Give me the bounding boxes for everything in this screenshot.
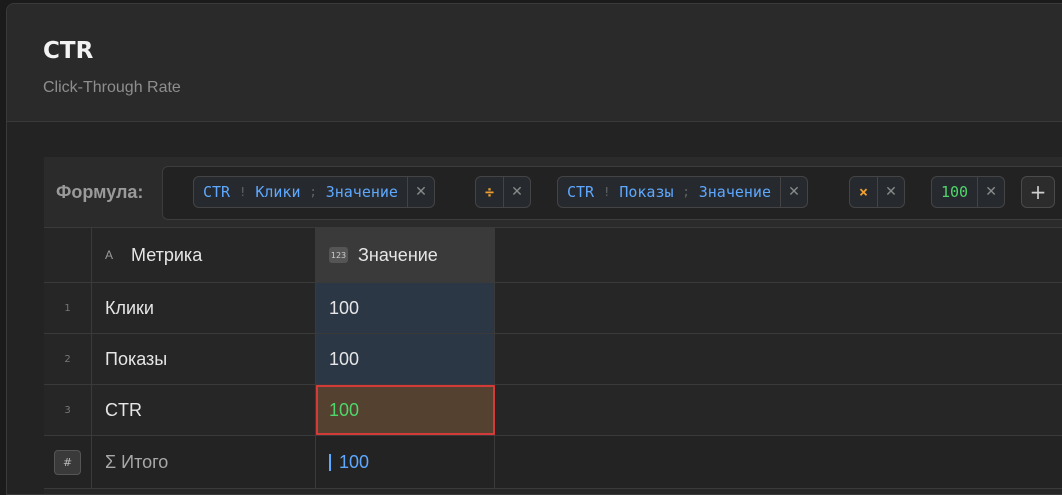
page-subtitle: Click-Through Rate bbox=[43, 79, 181, 96]
total-row: # Σ Итого 100 bbox=[44, 436, 1062, 489]
text-type-icon: A bbox=[105, 248, 114, 262]
formula-label: Формула: bbox=[56, 182, 144, 202]
metric-cell[interactable]: Показы bbox=[92, 334, 316, 384]
token-separator: ! bbox=[603, 185, 611, 199]
token-sheet: CTR bbox=[203, 183, 231, 201]
column-header-label: Метрика bbox=[131, 244, 203, 265]
metric-cell[interactable]: Клики bbox=[92, 283, 316, 333]
token-separator: ; bbox=[682, 185, 690, 199]
table-header-row: A Метрика 123 Значение bbox=[44, 228, 1062, 283]
number-value: 100 bbox=[941, 183, 969, 201]
token-separator: ; bbox=[309, 185, 317, 199]
token-column: Значение bbox=[325, 183, 398, 201]
formula-bar: Формула: CTR ! Клики ; Значение ✕ ÷ ✕ CT… bbox=[44, 157, 1062, 228]
header: CTR Click-Through Rate bbox=[7, 4, 1062, 122]
total-label: Σ Итого bbox=[92, 436, 316, 488]
remove-token-close-icon[interactable]: ✕ bbox=[780, 177, 807, 207]
token-sheet: CTR bbox=[567, 183, 595, 201]
token-row: Клики bbox=[255, 183, 301, 201]
remove-token-close-icon[interactable]: ✕ bbox=[977, 177, 1004, 207]
number-type-icon: 123 bbox=[329, 247, 348, 263]
formula-input[interactable]: CTR ! Клики ; Значение ✕ ÷ ✕ CTR ! Показ… bbox=[162, 166, 1062, 220]
metric-cell[interactable]: CTR bbox=[92, 385, 316, 435]
formula-token-ref-impressions[interactable]: CTR ! Показы ; Значение ✕ bbox=[557, 176, 808, 208]
selected-value-cell[interactable]: 100 bbox=[316, 385, 495, 435]
formula-editor-window: CTR Click-Through Rate Формула: CTR ! Кл… bbox=[6, 3, 1062, 495]
total-value-cell[interactable]: 100 bbox=[316, 436, 495, 488]
text-cursor bbox=[329, 453, 331, 471]
token-column: Значение bbox=[698, 183, 771, 201]
remove-token-close-icon[interactable]: ✕ bbox=[877, 177, 904, 207]
formula-token-multiply[interactable]: × ✕ bbox=[849, 176, 906, 208]
column-header-value[interactable]: 123 Значение bbox=[316, 228, 495, 282]
formula-token-divide[interactable]: ÷ ✕ bbox=[475, 176, 532, 208]
row-index: 2 bbox=[44, 334, 92, 384]
table-row: 1 Клики 100 bbox=[44, 283, 1062, 334]
add-token-plus-icon[interactable]: + bbox=[1021, 176, 1055, 208]
remove-token-close-icon[interactable]: ✕ bbox=[406, 177, 434, 207]
sheet-panel: Формула: CTR ! Клики ; Значение ✕ ÷ ✕ CT… bbox=[44, 157, 1062, 494]
divide-icon: ÷ bbox=[485, 183, 495, 201]
row-index: 1 bbox=[44, 283, 92, 333]
hash-icon[interactable]: # bbox=[54, 449, 81, 475]
row-index-header bbox=[44, 228, 92, 282]
total-badge-cell: # bbox=[44, 436, 92, 488]
page-title: CTR bbox=[43, 38, 94, 64]
remove-token-close-icon[interactable]: ✕ bbox=[503, 177, 530, 207]
token-separator: ! bbox=[239, 185, 247, 199]
value-cell[interactable]: 100 bbox=[316, 283, 495, 333]
column-header-metric[interactable]: A Метрика bbox=[92, 228, 316, 282]
table-row: 3 CTR 100 bbox=[44, 385, 1062, 436]
value-cell[interactable]: 100 bbox=[316, 334, 495, 384]
column-header-label: Значение bbox=[358, 244, 438, 265]
table-row: 2 Показы 100 bbox=[44, 334, 1062, 385]
formula-token-number[interactable]: 100 ✕ bbox=[931, 176, 1006, 208]
row-index: 3 bbox=[44, 385, 92, 435]
token-row: Показы bbox=[619, 183, 674, 201]
multiply-icon: × bbox=[859, 183, 869, 201]
formula-token-ref-clicks[interactable]: CTR ! Клики ; Значение ✕ bbox=[193, 176, 435, 208]
total-value: 100 bbox=[339, 451, 370, 472]
